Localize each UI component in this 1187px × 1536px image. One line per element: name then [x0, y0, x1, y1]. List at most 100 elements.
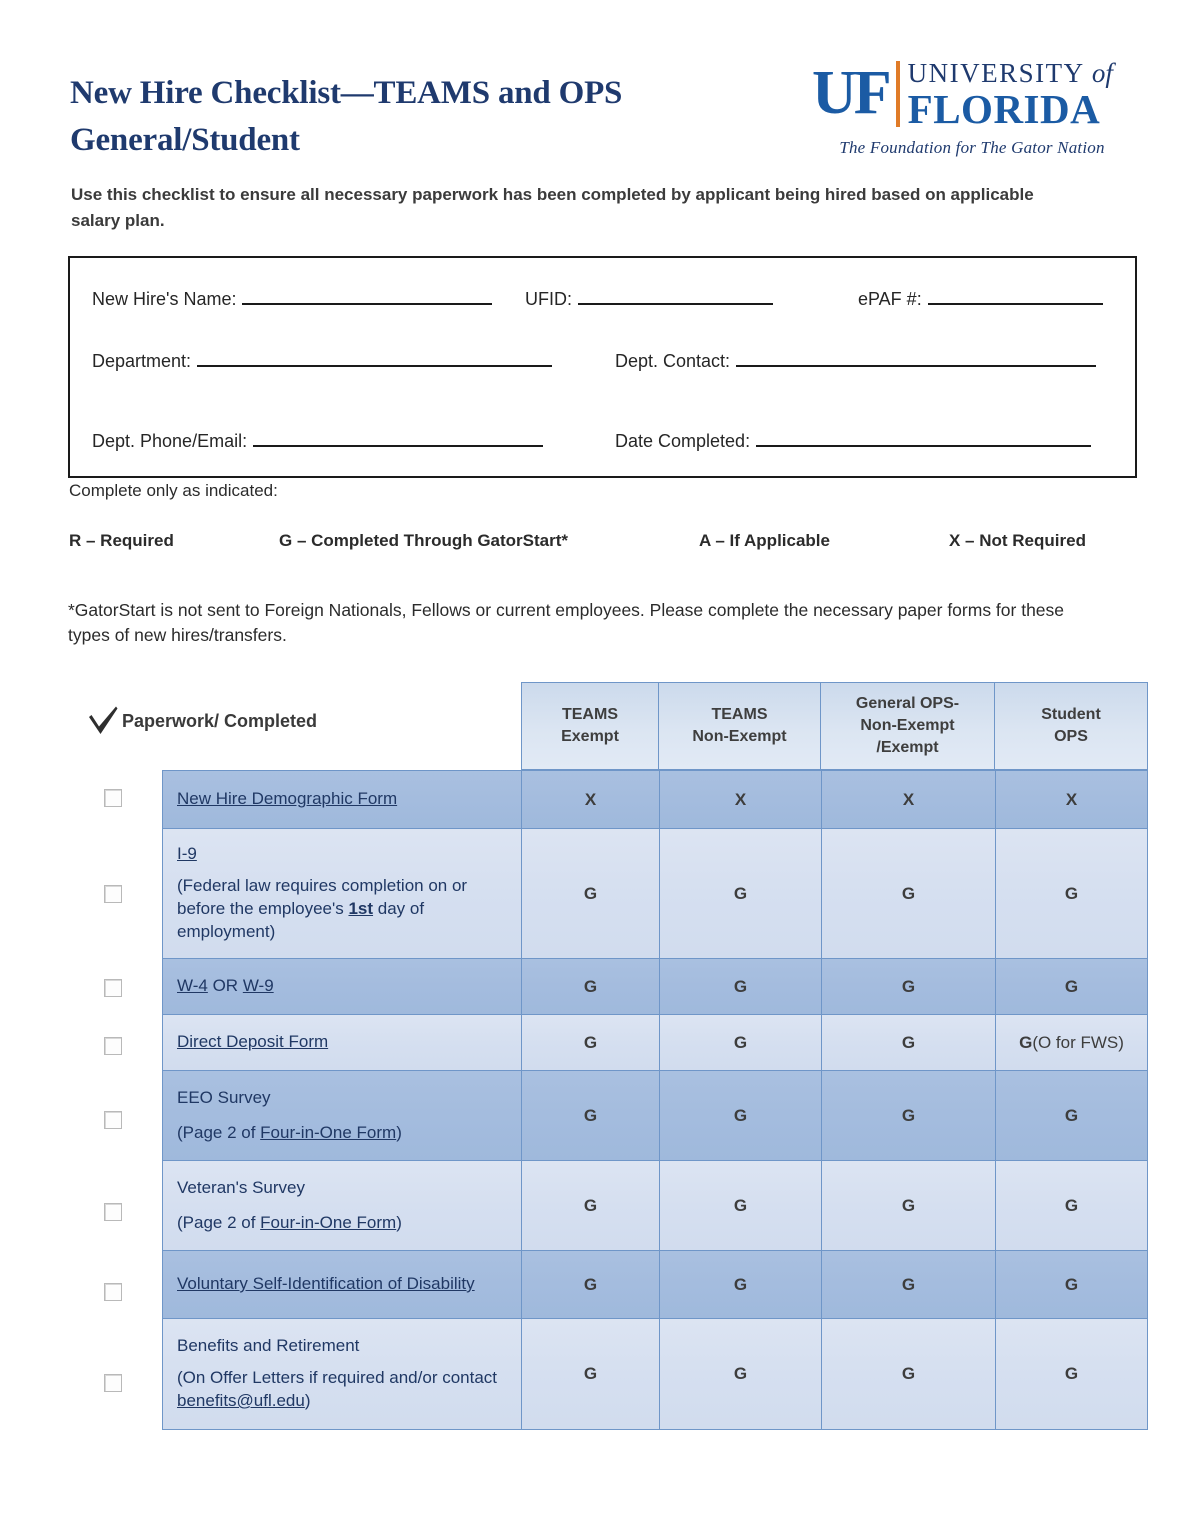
paperwork-title-separator: OR: [207, 976, 243, 996]
paperwork-status-code: X: [584, 789, 597, 809]
column-header-teams-non-exempt: TEAMS Non-Exempt: [659, 682, 821, 770]
paperwork-item-title[interactable]: Voluntary Self-Identification of Disabil…: [177, 1273, 505, 1296]
paperwork-status-code: G: [583, 1195, 598, 1215]
paperwork-link[interactable]: Voluntary Self-Identification of Disabil…: [177, 1274, 475, 1293]
form-field-dept-phone-email[interactable]: Dept. Phone/Email:: [92, 430, 544, 452]
paperwork-item-name: Voluntary Self-Identification of Disabil…: [163, 1251, 522, 1318]
row-checkbox[interactable]: [104, 1036, 124, 1057]
paperwork-status-code: G: [733, 1364, 748, 1383]
note-text: (Page 2 of: [177, 1122, 261, 1142]
column-header-student-ops: Student OPS: [995, 682, 1148, 770]
note-text: ): [304, 1390, 311, 1410]
paperwork-status-code: G: [733, 1274, 748, 1294]
column-header-teams-exempt: TEAMS Exempt: [521, 682, 659, 770]
column-header-general-ops-non-exempt-exempt: General OPS- Non-Exempt/Exempt: [821, 682, 995, 770]
checkbox-icon[interactable]: [104, 884, 122, 903]
form-field-input[interactable]: [242, 288, 493, 305]
form-field-input[interactable]: [253, 430, 544, 447]
column-header-line: TEAMS: [711, 705, 768, 723]
note-text: (On Offer Letters if required and/or con…: [177, 1368, 498, 1388]
note-link[interactable]: benefits@ufl.edu: [177, 1391, 305, 1410]
note-link[interactable]: Four-in-One Form: [260, 1123, 396, 1142]
checkbox-icon[interactable]: [104, 1283, 122, 1301]
paperwork-status-code: G: [1064, 976, 1079, 996]
paperwork-status-code: G: [901, 1032, 916, 1052]
checkbox-icon[interactable]: [104, 1202, 122, 1221]
paperwork-item-note: (Page 2 of Four-in-One Form): [177, 1122, 505, 1145]
paperwork-status-code: G: [901, 976, 916, 996]
paperwork-status-cell: G: [522, 1251, 660, 1318]
checkbox-icon[interactable]: [104, 979, 122, 997]
paperwork-item-name: New Hire Demographic Form: [163, 771, 522, 828]
paperwork-status-code: G: [1064, 1195, 1079, 1215]
checkbox-icon[interactable]: [104, 1373, 122, 1392]
paperwork-status-code: G: [901, 1274, 916, 1294]
paperwork-status-code: G: [583, 883, 598, 903]
paperwork-item-title[interactable]: New Hire Demographic Form: [177, 788, 505, 811]
paperwork-link[interactable]: Direct Deposit Form: [177, 1032, 328, 1051]
column-header-line: OPS: [1054, 728, 1088, 745]
form-field-input[interactable]: [578, 288, 773, 305]
row-checkbox[interactable]: [104, 1283, 124, 1303]
form-field-label: Dept. Contact:: [615, 351, 731, 371]
form-field-label: Date Completed:: [615, 431, 751, 451]
row-checkbox[interactable]: [104, 1111, 124, 1131]
table-column-headers: TEAMS Exempt TEAMS Non-Exempt General OPS- No…: [521, 682, 1148, 770]
paperwork-completed-label: Paperwork/ Completed: [122, 710, 318, 731]
uf-of-text: of: [1091, 58, 1113, 88]
row-checkbox[interactable]: [104, 1373, 124, 1394]
paperwork-link[interactable]: W-9: [243, 976, 274, 995]
paperwork-status-cell: G: [522, 1015, 660, 1070]
uf-university-text: UNIVERSITY: [907, 58, 1084, 88]
paperwork-link[interactable]: W-4: [177, 976, 208, 995]
row-checkbox[interactable]: [104, 789, 124, 809]
legend-item-r: R – Required: [69, 531, 174, 550]
paperwork-status-cell: X: [660, 771, 822, 828]
form-field-dept-contact[interactable]: Dept. Contact:: [615, 350, 1097, 372]
form-field-new-hire-s-name[interactable]: New Hire's Name:: [92, 288, 493, 310]
paperwork-status-code: X: [734, 789, 747, 809]
row-checkbox[interactable]: [104, 1202, 124, 1223]
uf-logo: UF UNIVERSITY of FLORIDA The Foundation …: [812, 55, 1132, 165]
paperwork-status-cell: G: [522, 829, 660, 958]
uf-florida-text: FLORIDA: [907, 86, 1101, 132]
form-field-input[interactable]: [927, 288, 1103, 305]
paperwork-status-cell: G: [996, 1071, 1147, 1160]
note-emphasis: 1st: [348, 899, 374, 918]
checkbox-icon[interactable]: [104, 1111, 122, 1129]
paperwork-status-cell: G: [660, 1161, 822, 1250]
form-field-epaf[interactable]: ePAF #:: [858, 288, 1103, 310]
form-field-date-completed[interactable]: Date Completed:: [615, 430, 1092, 452]
paperwork-item-title[interactable]: I-9: [177, 843, 505, 866]
paperwork-link[interactable]: New Hire Demographic Form: [177, 789, 397, 808]
form-field-label: Dept. Phone/Email:: [92, 431, 248, 451]
paperwork-status-cell: G: [660, 1319, 822, 1429]
complete-as-indicated-note: Complete only as indicated:: [69, 481, 278, 500]
form-field-input[interactable]: [756, 430, 1092, 447]
paperwork-item-title[interactable]: W-4 OR W-9: [177, 975, 505, 998]
page-title: New Hire Checklist—TEAMS and OPS General…: [70, 70, 770, 164]
paperwork-link[interactable]: I-9: [177, 844, 197, 863]
paperwork-status-cell: G: [660, 1251, 822, 1318]
row-checkbox[interactable]: [104, 884, 124, 905]
paperwork-status-cell: X: [996, 771, 1147, 828]
row-checkbox[interactable]: [104, 979, 124, 999]
paperwork-status-code: G: [733, 883, 748, 903]
form-field-input[interactable]: [197, 350, 553, 367]
paperwork-status-code: X: [1065, 789, 1078, 809]
form-field-input[interactable]: [736, 350, 1097, 367]
paperwork-item-title[interactable]: Direct Deposit Form: [177, 1031, 505, 1054]
note-link[interactable]: Four-in-One Form: [260, 1213, 396, 1232]
paperwork-status-code: G: [1019, 1032, 1033, 1052]
checkbox-icon[interactable]: [104, 789, 122, 807]
form-field-department[interactable]: Department:: [92, 350, 553, 372]
paperwork-status-cell: G: [822, 1319, 996, 1429]
paperwork-status-code: G: [901, 883, 916, 903]
page-title-line1: New Hire Checklist—TEAMS and OPS: [70, 75, 623, 111]
form-field-ufid[interactable]: UFID:: [525, 288, 773, 310]
table-row: Benefits and Retirement (On Offer Letters…: [163, 1319, 1147, 1429]
uf-logo-wordmark: UNIVERSITY of FLORIDA: [908, 55, 1113, 133]
checkbox-icon[interactable]: [104, 1036, 122, 1055]
legend-item-x: X – Not Required: [949, 531, 1086, 550]
table-row: W-4 OR W-9 G G G G: [163, 959, 1147, 1015]
